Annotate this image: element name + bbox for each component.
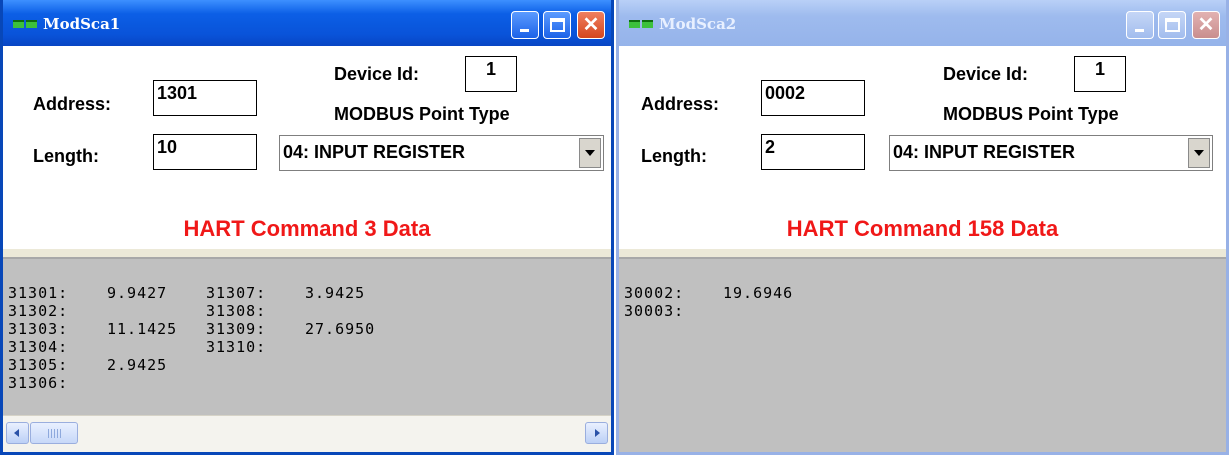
dropdown-button[interactable] <box>1188 138 1210 168</box>
point-type-dropdown[interactable]: 04: INPUT REGISTER <box>279 135 604 171</box>
register-row: 31306: <box>8 374 404 392</box>
arrow-right-icon <box>595 429 600 437</box>
device-id-label: Device Id: <box>943 64 1029 84</box>
point-type-label: MODBUS Point Type <box>943 104 1119 124</box>
close-icon: ✕ <box>1197 14 1215 36</box>
scroll-thumb[interactable] <box>30 422 78 444</box>
register-row: 30003: <box>624 302 822 320</box>
register-address: 31310: <box>206 338 267 356</box>
grip-icon <box>48 429 61 438</box>
register-address: 31303: <box>8 320 69 338</box>
register-address: 31307: <box>206 284 267 302</box>
config-panel: Address: 0002 Length: 2 Device Id: 1 MOD… <box>619 46 1226 249</box>
splitter[interactable] <box>3 249 611 259</box>
point-type-label: MODBUS Point Type <box>334 104 510 124</box>
maximize-icon <box>1165 18 1180 32</box>
register-value: 3.9425 <box>305 284 366 302</box>
register-address: 31306: <box>8 374 69 392</box>
modscan-window-2: ModSca2 ✕ Address: 0002 Length: 2 Device… <box>616 0 1229 455</box>
register-address: 31308: <box>206 302 267 320</box>
register-row: 30002: 19.6946 <box>624 284 822 302</box>
close-icon: ✕ <box>582 14 600 36</box>
register-address: 30002: <box>624 284 685 302</box>
length-field[interactable]: 2 <box>761 134 865 170</box>
maximize-button[interactable] <box>543 11 571 39</box>
hart-caption: HART Command 158 Data <box>786 216 1059 241</box>
maximize-icon <box>550 18 565 32</box>
length-label: Length: <box>33 146 99 166</box>
register-row: 31302: 31308: <box>8 302 404 320</box>
device-id-field[interactable]: 1 <box>465 56 517 92</box>
register-row: 31304: 31310: <box>8 338 404 356</box>
register-list: 31301: 9.9427 31307: 3.9425 31302: 31308: 31… <box>8 284 404 392</box>
config-panel: Address: 1301 Length: 10 Device Id: 1 MO… <box>3 46 611 249</box>
address-field[interactable]: 0002 <box>761 80 865 116</box>
register-address: 31301: <box>8 284 69 302</box>
dropdown-button[interactable] <box>579 138 601 168</box>
scroll-left-button[interactable] <box>6 422 29 444</box>
register-value: 2.9425 <box>107 356 168 374</box>
app-icon <box>629 20 655 29</box>
minimize-icon <box>1135 29 1144 32</box>
length-label: Length: <box>641 146 707 166</box>
address-label: Address: <box>641 94 720 114</box>
register-value: 11.1425 <box>107 320 178 338</box>
horizontal-scrollbar[interactable] <box>3 415 611 452</box>
register-address: 31309: <box>206 320 267 338</box>
maximize-button[interactable] <box>1158 11 1186 39</box>
arrow-left-icon <box>14 429 19 437</box>
window-client: Address: 1301 Length: 10 Device Id: 1 MO… <box>3 46 611 452</box>
device-id-label: Device Id: <box>334 64 420 84</box>
register-list: 30002: 19.6946 30003: <box>624 284 822 320</box>
point-type-dropdown[interactable]: 04: INPUT REGISTER <box>889 135 1213 171</box>
hart-caption: HART Command 3 Data <box>183 216 431 241</box>
register-value: 9.9427 <box>107 284 168 302</box>
register-row: 31301: 9.9427 31307: 3.9425 <box>8 284 404 302</box>
length-field[interactable]: 10 <box>153 134 257 170</box>
register-value: 27.6950 <box>305 320 376 338</box>
close-button[interactable]: ✕ <box>577 11 605 39</box>
minimize-icon <box>520 29 529 32</box>
window-client: Address: 0002 Length: 2 Device Id: 1 MOD… <box>619 46 1226 452</box>
data-display: 30002: 19.6946 30003: <box>619 259 1226 452</box>
splitter[interactable] <box>619 249 1226 259</box>
app-icon <box>13 20 39 29</box>
address-label: Address: <box>33 94 112 114</box>
register-address: 31304: <box>8 338 69 356</box>
register-address: 30003: <box>624 302 685 320</box>
minimize-button[interactable] <box>1126 11 1154 39</box>
window-title: ModSca1 <box>43 15 121 33</box>
title-bar[interactable]: ModSca2 ✕ <box>619 0 1226 46</box>
modscan-window-1: ModSca1 ✕ Address: 1301 Length: 10 Devic… <box>0 0 614 455</box>
point-type-value: 04: INPUT REGISTER <box>283 142 466 162</box>
chevron-down-icon <box>1194 150 1204 156</box>
chevron-down-icon <box>585 150 595 156</box>
data-display: 31301: 9.9427 31307: 3.9425 31302: 31308: 31… <box>3 259 611 416</box>
scroll-right-button[interactable] <box>585 422 608 444</box>
register-row: 31303: 11.1425 31309: 27.6950 <box>8 320 404 338</box>
register-value: 19.6946 <box>723 284 794 302</box>
register-address: 31305: <box>8 356 69 374</box>
close-button[interactable]: ✕ <box>1192 11 1220 39</box>
register-address: 31302: <box>8 302 69 320</box>
point-type-value: 04: INPUT REGISTER <box>893 142 1076 162</box>
window-title: ModSca2 <box>659 15 737 33</box>
register-row: 31305: 2.9425 <box>8 356 404 374</box>
address-field[interactable]: 1301 <box>153 80 257 116</box>
device-id-field[interactable]: 1 <box>1074 56 1126 92</box>
title-bar[interactable]: ModSca1 ✕ <box>3 0 611 46</box>
minimize-button[interactable] <box>511 11 539 39</box>
